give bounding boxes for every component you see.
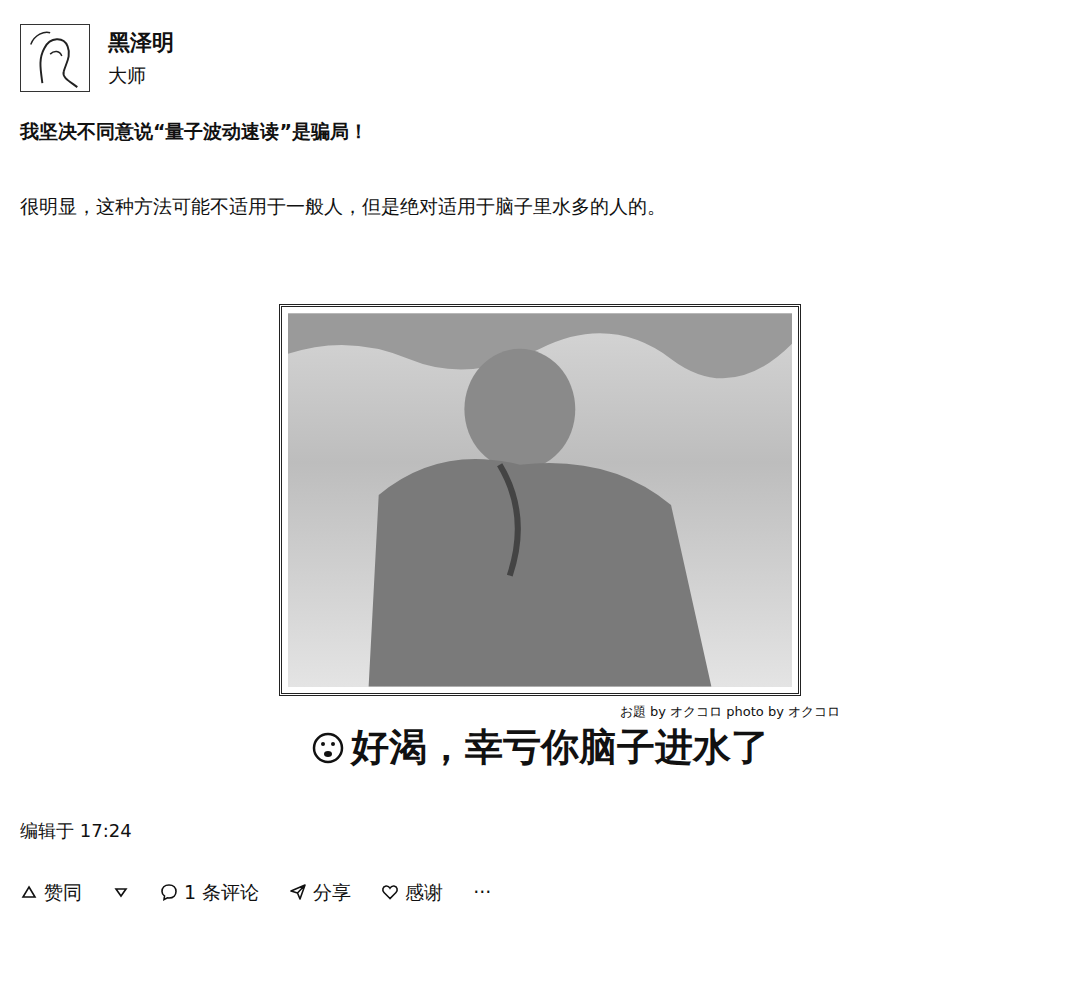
- answer-title: 我坚决不同意说“量子波动速读”是骗局！: [20, 118, 1060, 145]
- upvote-icon: [20, 883, 38, 901]
- upvote-button[interactable]: 赞同: [20, 880, 82, 905]
- heart-icon: [381, 883, 399, 901]
- photo-content: [288, 313, 792, 687]
- thanks-label: 感谢: [405, 880, 443, 905]
- paper-plane-icon: [289, 883, 307, 901]
- photo-figure-icon: [288, 313, 792, 687]
- share-label: 分享: [313, 880, 351, 905]
- comment-bubble-icon: [160, 883, 178, 901]
- downvote-button[interactable]: [112, 883, 130, 901]
- answer-paragraph: 很明显，这种方法可能不适用于一般人，但是绝对适用于脑子里水多的人的。: [20, 193, 1060, 220]
- author-name[interactable]: 黑泽明: [108, 30, 174, 56]
- meme-image: お題 by オクコロ photo by オクコロ好渴，幸亏你脑子进水了: [20, 304, 1060, 770]
- upvote-label: 赞同: [44, 880, 82, 905]
- share-button[interactable]: 分享: [289, 880, 351, 905]
- action-bar: 赞同 1 条评论 分享 感谢 ···: [20, 880, 1060, 905]
- comment-label: 1 条评论: [184, 880, 259, 905]
- answer-header: 黑泽明大师: [20, 24, 1060, 92]
- author-info: 黑泽明大师: [108, 24, 174, 87]
- author-badge: 大师: [108, 64, 174, 87]
- avatar-icon: [21, 25, 89, 91]
- edited-time: 编辑于 17:24: [20, 819, 1060, 842]
- surprised-face-icon: [311, 731, 345, 765]
- meme-caption: 好渴，幸亏你脑子进水了: [311, 725, 769, 771]
- thanks-button[interactable]: 感谢: [381, 880, 443, 905]
- downvote-icon: [112, 883, 130, 901]
- caption-text: 好渴，幸亏你脑子进水了: [351, 725, 769, 771]
- photo: [279, 304, 801, 696]
- comment-button[interactable]: 1 条评论: [160, 880, 259, 905]
- photo-credit: お題 by オクコロ photo by オクコロ: [240, 704, 840, 721]
- avatar[interactable]: [20, 24, 90, 92]
- more-button[interactable]: ···: [473, 880, 491, 905]
